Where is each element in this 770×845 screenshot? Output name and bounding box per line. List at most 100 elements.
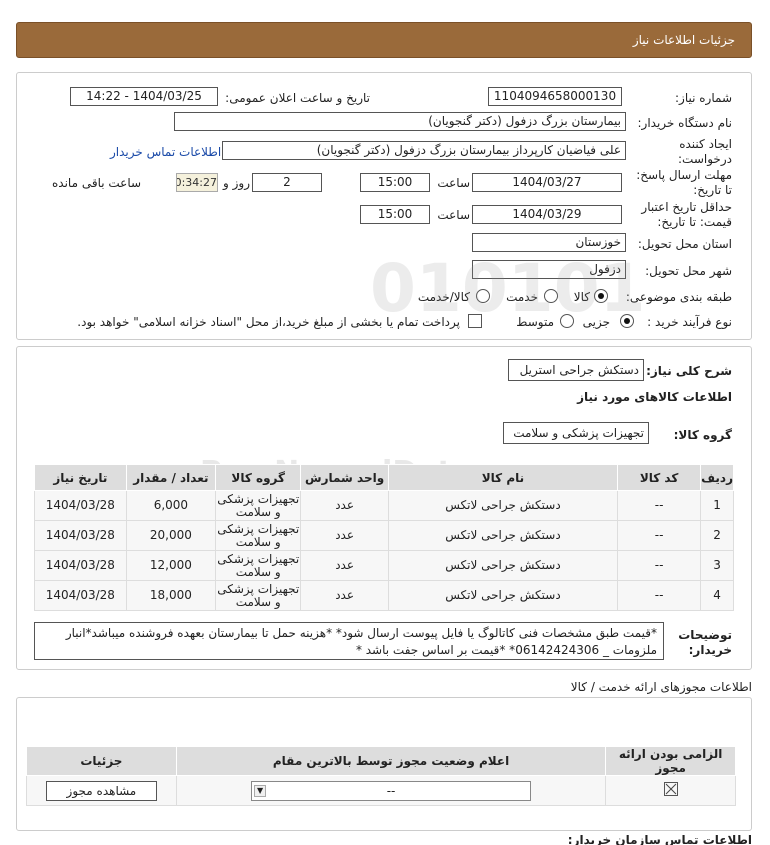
items-table-header: ردیف کد کالا نام کالا واحد شمارش گروه کا… — [34, 464, 734, 491]
row-qty: 12,000 — [125, 550, 217, 581]
license-details-cell: مشاهده مجوز — [26, 775, 177, 806]
table-row: 2 -- دستکش جراحی لاتکس عدد تجهیزات پزشکی… — [34, 520, 734, 551]
validity-label: حداقل تاریخ اعتبار — [641, 200, 732, 214]
announce-label: تاریخ و ساعت اعلان عمومی: — [225, 91, 370, 105]
deadline-time-label: ساعت — [437, 176, 470, 190]
announce-field: 1404/03/25 - 14:22 — [70, 87, 218, 106]
remaining-label: ساعت باقی مانده — [52, 176, 142, 190]
process-label: نوع فرآیند خرید : — [647, 315, 732, 329]
row-group: تجهیزات پزشکی و سلامت — [215, 520, 302, 551]
category-option-goods: کالا — [573, 290, 590, 304]
col-license-status: اعلام وضعیت مجوز توسط بالاترین مقام — [175, 746, 607, 776]
row-code: -- — [617, 580, 702, 611]
city-label: شهر محل تحویل: — [645, 264, 732, 278]
buyer-contact-title: اطلاعات تماس سازمان خریدار: — [567, 833, 752, 845]
table-row: 3 -- دستکش جراحی لاتکس عدد تجهیزات پزشکی… — [34, 550, 734, 581]
countdown-timer: 00:34:27 — [176, 173, 218, 192]
creator-label-2: درخواست: — [678, 152, 732, 166]
row-unit: عدد — [300, 490, 389, 521]
row-name: دستکش جراحی لاتکس — [387, 580, 619, 611]
deadline-time-field: 15:00 — [360, 173, 430, 192]
license-status-select[interactable]: -- ▼ — [251, 780, 532, 801]
row-group: تجهیزات پزشکی و سلامت — [215, 550, 302, 581]
row-name: دستکش جراحی لاتکس — [387, 490, 619, 521]
col-code: کد کالا — [617, 464, 702, 491]
col-group: گروه کالا — [215, 464, 302, 491]
validity-time-label: ساعت — [437, 208, 470, 222]
page-title: جزئیات اطلاعات نیاز — [632, 33, 735, 47]
category-radio-service[interactable] — [544, 289, 558, 303]
x-mark-icon — [665, 783, 676, 795]
col-date: تاریخ نیاز — [34, 464, 127, 491]
license-status-cell: -- ▼ — [175, 775, 607, 806]
treasury-checkbox[interactable] — [468, 314, 482, 328]
row-qty: 6,000 — [125, 490, 217, 521]
deadline-label: مهلت ارسال پاسخ: — [636, 168, 732, 182]
notes-label: توضیحات — [678, 628, 732, 642]
buyer-org-label: نام دستگاه خریدار: — [637, 116, 733, 130]
col-index: ردیف — [700, 464, 734, 491]
row-name: دستکش جراحی لاتکس — [387, 520, 619, 551]
row-index: 4 — [700, 580, 734, 611]
validity-time-field: 15:00 — [360, 205, 430, 224]
licenses-title: اطلاعات مجوزهای ارائه خدمت / کالا — [570, 680, 752, 694]
table-row: -- ▼ مشاهده مجوز — [26, 775, 736, 806]
validity-label-2: قیمت: تا تاریخ: — [657, 215, 732, 229]
col-license-details: جزئیات — [26, 746, 177, 776]
need-number-field: 1104094658000130 — [488, 87, 622, 106]
row-qty: 18,000 — [125, 580, 217, 611]
process-radio-medium[interactable] — [560, 314, 574, 328]
col-name: نام کالا — [387, 464, 619, 491]
table-row: 4 -- دستکش جراحی لاتکس عدد تجهیزات پزشکی… — [34, 580, 734, 611]
validity-date-field: 1404/03/29 — [472, 205, 622, 224]
licenses-table: الزامی بودن ارائه مجوز اعلام وضعیت مجوز … — [26, 746, 736, 806]
buyer-contact-link[interactable]: اطلاعات تماس خریدار — [110, 145, 221, 159]
table-row: 1 -- دستکش جراحی لاتکس عدد تجهیزات پزشکی… — [34, 490, 734, 521]
col-unit: واحد شمارش — [300, 464, 389, 491]
row-code: -- — [617, 490, 702, 521]
deadline-date-field: 1404/03/27 — [472, 173, 622, 192]
row-date: 1404/03/28 — [34, 580, 127, 611]
need-number-label: شماره نیاز: — [675, 91, 732, 105]
page-header: جزئیات اطلاعات نیاز — [16, 22, 752, 58]
summary-label: شرح کلی نیاز: — [646, 364, 732, 378]
row-code: -- — [617, 550, 702, 581]
row-name: دستکش جراحی لاتکس — [387, 550, 619, 581]
process-radio-minor[interactable] — [620, 314, 634, 328]
row-group: تجهیزات پزشکی و سلامت — [215, 580, 302, 611]
creator-label: ایجاد کننده — [679, 137, 732, 151]
row-date: 1404/03/28 — [34, 520, 127, 551]
row-date: 1404/03/28 — [34, 550, 127, 581]
category-radio-goods-service[interactable] — [476, 289, 490, 303]
items-table: ردیف کد کالا نام کالا واحد شمارش گروه کا… — [34, 464, 734, 611]
group-label: گروه کالا: — [673, 428, 732, 442]
row-index: 3 — [700, 550, 734, 581]
col-license-required: الزامی بودن ارائه مجوز — [605, 746, 736, 776]
creator-field: علی فیاضیان کارپرداز بیمارستان بزرگ دزفو… — [222, 141, 626, 160]
row-index: 1 — [700, 490, 734, 521]
category-label: طبقه بندی موضوعی: — [625, 290, 732, 304]
process-option-medium: متوسط — [516, 315, 554, 329]
row-code: -- — [617, 520, 702, 551]
goods-info-title: اطلاعات کالاهای مورد نیاز — [577, 390, 732, 404]
treasury-note: پرداخت تمام یا بخشی از مبلغ خرید،از محل … — [77, 315, 460, 329]
license-required-cell — [605, 775, 736, 806]
view-license-button[interactable]: مشاهده مجوز — [45, 780, 158, 801]
row-index: 2 — [700, 520, 734, 551]
license-status-value: -- — [386, 783, 396, 798]
row-unit: عدد — [300, 580, 389, 611]
chevron-down-icon[interactable]: ▼ — [254, 784, 267, 797]
province-label: استان محل تحویل: — [637, 237, 732, 251]
row-unit: عدد — [300, 550, 389, 581]
deadline-label-2: تا تاریخ: — [693, 183, 732, 197]
license-required-checkbox[interactable] — [663, 782, 678, 796]
buyer-org-field: بیمارستان بزرگ دزفول (دکتر گنجویان) — [174, 112, 626, 131]
category-option-goods-service: کالا/خدمت — [417, 290, 470, 304]
category-radio-goods[interactable] — [594, 289, 608, 303]
row-group: تجهیزات پزشکی و سلامت — [215, 490, 302, 521]
process-option-minor: جزیی — [582, 315, 610, 329]
summary-field: دستکش جراحی استریل — [508, 359, 644, 381]
group-field: تجهیزات پزشکی و سلامت — [503, 422, 649, 444]
col-qty: تعداد / مقدار — [125, 464, 217, 491]
notes-label-2: خریدار: — [688, 643, 732, 657]
